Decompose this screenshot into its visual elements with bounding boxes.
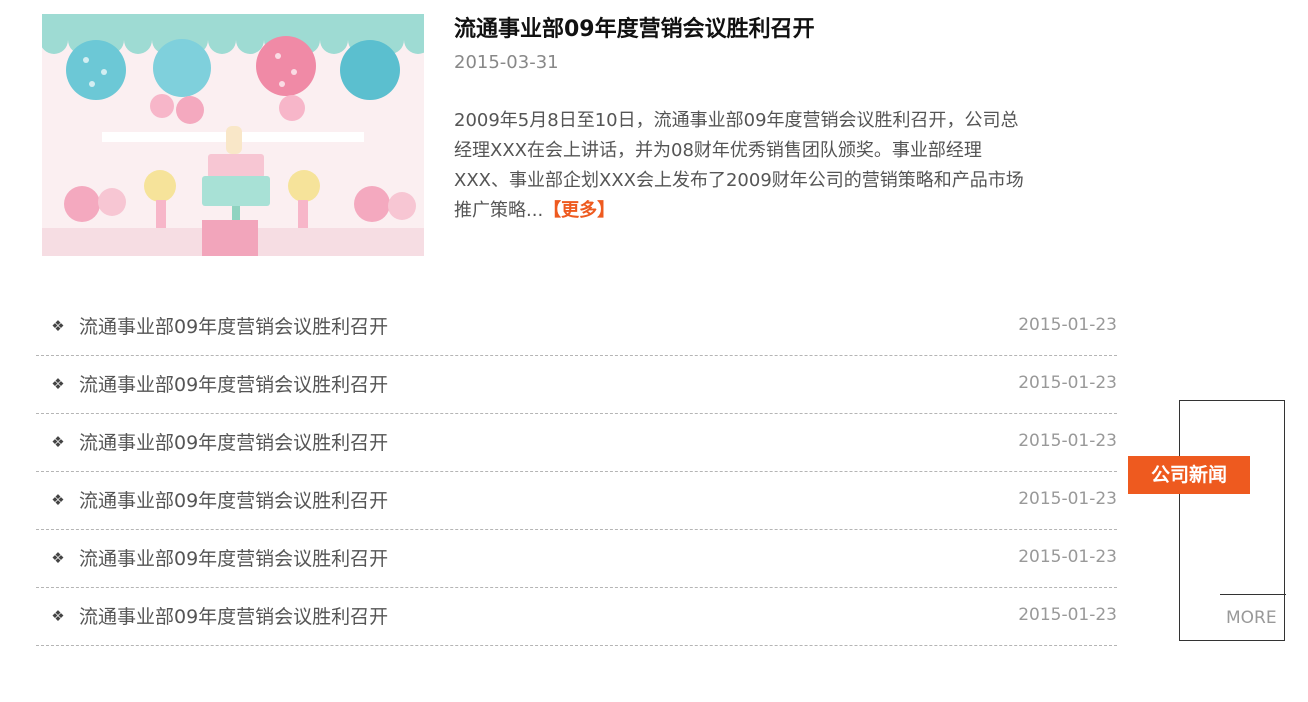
news-item[interactable]: ❖ 流通事业部09年度营销会议胜利召开 2015-01-23: [36, 472, 1117, 530]
news-item[interactable]: ❖ 流通事业部09年度营销会议胜利召开 2015-01-23: [36, 356, 1117, 414]
company-news-label: 公司新闻: [1128, 456, 1250, 494]
side-box: [1179, 400, 1285, 641]
feature-date: 2015-03-31: [454, 52, 559, 73]
news-title[interactable]: 流通事业部09年度营销会议胜利召开: [79, 546, 388, 572]
news-item[interactable]: ❖ 流通事业部09年度营销会议胜利召开 2015-01-23: [36, 530, 1117, 588]
news-title[interactable]: 流通事业部09年度营销会议胜利召开: [79, 604, 388, 630]
news-title[interactable]: 流通事业部09年度营销会议胜利召开: [79, 430, 388, 456]
news-date: 2015-01-23: [1018, 489, 1117, 509]
party-cake-photo: [42, 14, 424, 256]
diamond-bullet-icon: ❖: [51, 549, 65, 567]
news-item[interactable]: ❖ 流通事业部09年度营销会议胜利召开 2015-01-23: [36, 414, 1117, 472]
news-item[interactable]: ❖ 流通事业部09年度营销会议胜利召开 2015-01-23: [36, 298, 1117, 356]
news-item[interactable]: ❖ 流通事业部09年度营销会议胜利召开 2015-01-23: [36, 588, 1117, 646]
diamond-bullet-icon: ❖: [51, 317, 65, 335]
feature-description-text: 2009年5月8日至10日，流通事业部09年度营销会议胜利召开，公司总经理XXX…: [454, 110, 1024, 221]
more-divider: [1220, 594, 1286, 595]
feature-title[interactable]: 流通事业部09年度营销会议胜利召开: [454, 14, 815, 46]
news-date: 2015-01-23: [1018, 547, 1117, 567]
news-date: 2015-01-23: [1018, 315, 1117, 335]
diamond-bullet-icon: ❖: [51, 433, 65, 451]
news-date: 2015-01-23: [1018, 605, 1117, 625]
more-button[interactable]: MORE: [1226, 606, 1277, 630]
news-title[interactable]: 流通事业部09年度营销会议胜利召开: [79, 488, 388, 514]
feature-image[interactable]: [42, 14, 424, 256]
news-title[interactable]: 流通事业部09年度营销会议胜利召开: [79, 314, 388, 340]
diamond-bullet-icon: ❖: [51, 375, 65, 393]
diamond-bullet-icon: ❖: [51, 491, 65, 509]
news-date: 2015-01-23: [1018, 373, 1117, 393]
news-date: 2015-01-23: [1018, 431, 1117, 451]
news-list: ❖ 流通事业部09年度营销会议胜利召开 2015-01-23 ❖ 流通事业部09…: [36, 298, 1117, 646]
more-link[interactable]: 【更多】: [543, 200, 615, 221]
diamond-bullet-icon: ❖: [51, 607, 65, 625]
feature-description: 2009年5月8日至10日，流通事业部09年度营销会议胜利召开，公司总经理XXX…: [454, 106, 1034, 226]
news-title[interactable]: 流通事业部09年度营销会议胜利召开: [79, 372, 388, 398]
